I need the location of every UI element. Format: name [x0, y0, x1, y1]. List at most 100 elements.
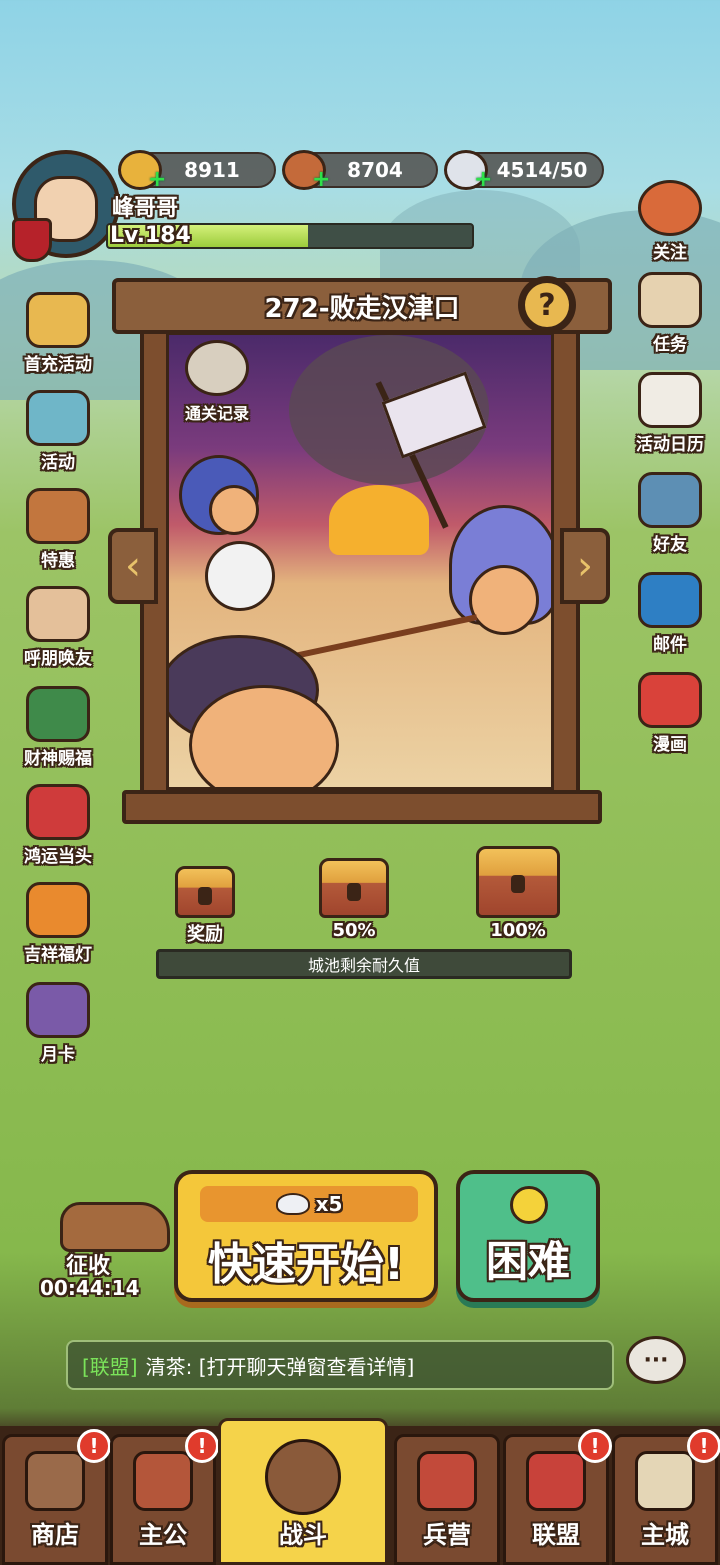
- tab-label: 商店: [31, 1521, 79, 1549]
- resource-copper-value: 8704: [347, 158, 403, 182]
- start-cost-value: x5: [315, 1192, 343, 1216]
- side-btn-mail[interactable]: 邮件: [620, 572, 720, 662]
- player-avatar[interactable]: [12, 150, 120, 262]
- crossed-swords-icon: [265, 1439, 341, 1515]
- shop-icon: [25, 1451, 85, 1511]
- chat-channel: [联盟]: [82, 1354, 138, 1379]
- add-copper-button[interactable]: +: [312, 167, 330, 192]
- reward-label: 奖励: [187, 924, 223, 945]
- quick-start-label: 快速开始!: [207, 1239, 405, 1290]
- reward-chest-50[interactable]: 50%: [314, 858, 394, 941]
- clear-record-label: 通关记录: [184, 404, 249, 423]
- resource-gold-value: 8911: [184, 158, 240, 182]
- alliance-banner-icon: [526, 1451, 586, 1511]
- quest-scroll-icon: [638, 272, 702, 328]
- side-btn-follow[interactable]: 关注: [620, 180, 720, 270]
- side-btn-invite[interactable]: 呼朋唤友: [8, 586, 108, 676]
- side-label: 月卡: [41, 1045, 75, 1065]
- rank-shield-icon: [12, 218, 52, 262]
- tab-shop[interactable]: 商店 !: [2, 1429, 111, 1565]
- resource-food[interactable]: + 4514/50: [444, 150, 604, 192]
- side-btn-lucky[interactable]: 鸿运当头: [8, 784, 108, 874]
- resource-copper[interactable]: + 8704: [282, 150, 438, 192]
- resource-food-value: 4514/50: [496, 158, 588, 182]
- collect-timer: 00:44:14: [40, 1276, 140, 1300]
- discount-basket-icon: [26, 488, 90, 544]
- side-label: 首充活动: [24, 355, 92, 375]
- side-label: 活动日历: [636, 435, 704, 455]
- reward-label: 100%: [490, 920, 546, 941]
- side-btn-comic[interactable]: 漫画: [620, 672, 720, 762]
- notification-badge: !: [578, 1429, 612, 1463]
- start-cost: x5: [200, 1186, 418, 1222]
- chat-open-button[interactable]: ···: [626, 1336, 690, 1390]
- side-btn-event[interactable]: 活动: [8, 390, 108, 480]
- chevron-right-icon: ›: [577, 543, 593, 589]
- chat-message: 清茶: [打开聊天弹窗查看详情]: [145, 1354, 415, 1379]
- add-gold-button[interactable]: +: [148, 167, 166, 192]
- side-label: 关注: [653, 243, 687, 263]
- next-stage-button[interactable]: ›: [560, 528, 610, 604]
- lucky-bag-icon: [26, 784, 90, 840]
- bottom-tab-bar: 商店 ! 主公 ! 战斗 兵营 联盟 ! 主城 !: [0, 1418, 720, 1565]
- side-label: 漫画: [653, 735, 687, 755]
- chat-bar[interactable]: [联盟] 清茶: [打开聊天弹窗查看详情]: [66, 1340, 614, 1390]
- resource-gold[interactable]: + 8911: [118, 150, 276, 192]
- side-btn-first-recharge[interactable]: 首充活动: [8, 292, 108, 382]
- event-chest-icon: [26, 390, 90, 446]
- side-btn-friends[interactable]: 好友: [620, 472, 720, 562]
- chest-icon: [319, 858, 389, 918]
- record-icon: [185, 340, 249, 396]
- side-btn-fortune[interactable]: 财神赐福: [8, 686, 108, 776]
- side-label: 吉祥福灯: [24, 945, 92, 965]
- hard-mode-button[interactable]: 困难: [456, 1170, 600, 1302]
- calendar-icon: [638, 372, 702, 428]
- chat-bubble-icon: ···: [626, 1336, 686, 1384]
- tab-barracks[interactable]: 兵营: [394, 1434, 500, 1565]
- reward-chest-100[interactable]: 100%: [470, 846, 566, 941]
- add-food-button[interactable]: +: [474, 167, 492, 192]
- side-btn-monthly-card[interactable]: 月卡: [8, 982, 108, 1072]
- side-btn-lantern[interactable]: 吉祥福灯: [8, 882, 108, 972]
- reward-label: 50%: [332, 920, 376, 941]
- side-label: 鸿运当头: [24, 847, 92, 867]
- side-label: 邮件: [653, 635, 687, 655]
- side-btn-discount[interactable]: 特惠: [8, 488, 108, 578]
- side-label: 呼朋唤友: [24, 649, 92, 669]
- notification-badge: !: [687, 1429, 720, 1463]
- tab-label: 联盟: [532, 1521, 580, 1549]
- invite-friend-icon: [26, 586, 90, 642]
- tab-main-city[interactable]: 主城 !: [612, 1429, 720, 1565]
- durability-bar: 城池剩余耐久值: [156, 949, 572, 979]
- durability-label: 城池剩余耐久值: [307, 956, 420, 975]
- tab-lord[interactable]: 主公 !: [110, 1429, 219, 1565]
- lantern-icon: [26, 882, 90, 938]
- follow-icon: [638, 180, 702, 236]
- friends-icon: [638, 472, 702, 528]
- quick-start-button[interactable]: x5 快速开始!: [174, 1170, 438, 1302]
- reward-chest-base[interactable]: 奖励: [170, 866, 240, 946]
- rice-bowl-icon: [275, 1193, 310, 1215]
- stage-board-bottom: [122, 790, 602, 824]
- clear-record-button[interactable]: 通关记录: [174, 340, 260, 434]
- prev-stage-button[interactable]: ‹: [108, 528, 158, 604]
- tab-label: 战斗: [279, 1521, 327, 1549]
- stage-help-button[interactable]: ?: [518, 276, 576, 334]
- side-label: 活动: [41, 453, 75, 473]
- player-level: Lv.184: [110, 223, 191, 248]
- mail-icon: [638, 572, 702, 628]
- chest-icon: [476, 846, 560, 918]
- collect-button[interactable]: 征收 00:44:14: [30, 1196, 170, 1306]
- side-btn-calendar[interactable]: 活动日历: [620, 372, 720, 462]
- side-btn-quest[interactable]: 任务: [620, 272, 720, 362]
- notification-badge: !: [185, 1429, 219, 1463]
- tab-battle[interactable]: 战斗: [218, 1418, 388, 1565]
- tab-label: 主城: [641, 1521, 689, 1549]
- side-label: 任务: [653, 335, 687, 355]
- player-name: 峰哥哥: [112, 196, 179, 221]
- lord-icon: [133, 1451, 193, 1511]
- chest-icon: [175, 866, 235, 918]
- tab-alliance[interactable]: 联盟 !: [503, 1429, 612, 1565]
- question-icon: ?: [525, 283, 569, 327]
- side-label: 特惠: [41, 551, 75, 571]
